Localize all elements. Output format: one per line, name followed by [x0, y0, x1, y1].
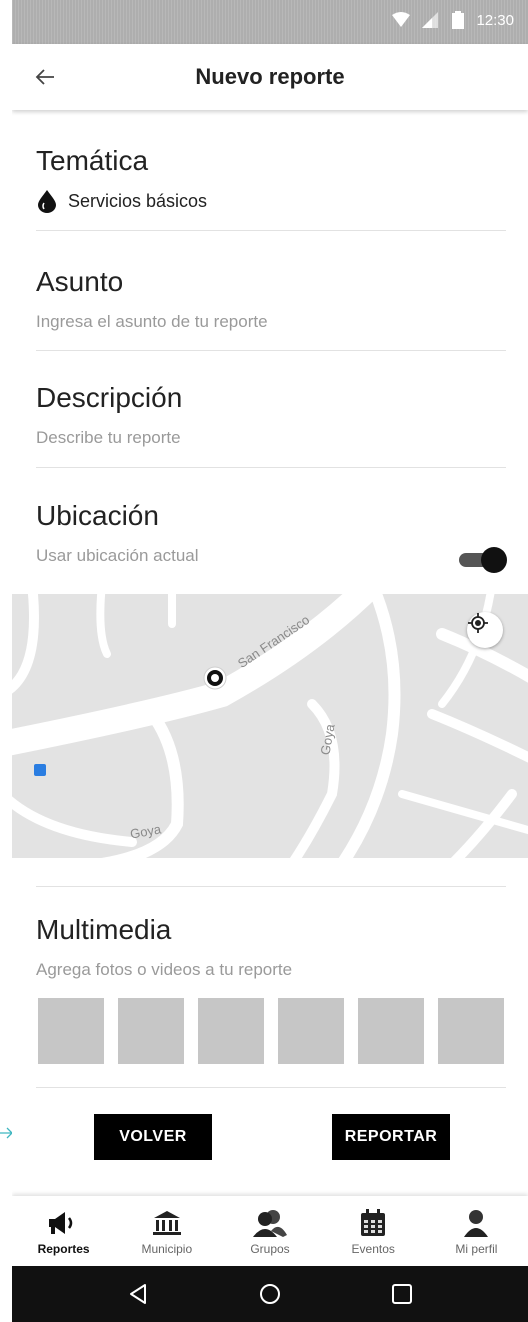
- status-bar: 12:30: [12, 0, 528, 44]
- nav-label: Municipio: [141, 1242, 193, 1256]
- app-bar: Nuevo reporte: [12, 44, 528, 110]
- media-slot[interactable]: [118, 998, 184, 1064]
- media-slots: [38, 998, 504, 1064]
- system-back-icon[interactable]: [127, 1283, 149, 1305]
- crosshair-icon: [468, 613, 488, 633]
- divider: [36, 230, 506, 231]
- topic-value: Servicios básicos: [68, 190, 208, 211]
- use-location-toggle[interactable]: [459, 547, 507, 573]
- wifi-icon: [392, 12, 411, 27]
- divider: [36, 1087, 506, 1088]
- page-title: Nuevo reporte: [195, 64, 345, 89]
- location-title: Ubicación: [36, 500, 159, 531]
- location-section: Ubicación Usar ubicación actual: [36, 500, 506, 566]
- subject-placeholder[interactable]: Ingresa el asunto de tu reporte: [36, 312, 506, 332]
- divider: [36, 886, 506, 887]
- media-slot[interactable]: [438, 998, 504, 1064]
- my-location-button[interactable]: [467, 612, 503, 648]
- subject-field[interactable]: Asunto Ingresa el asunto de tu reporte: [36, 266, 506, 332]
- description-field[interactable]: Descripción Describe tu reporte: [36, 382, 506, 448]
- status-time: 12:30: [476, 11, 514, 29]
- phone-screen: 12:30 Nuevo reporte Temática Servicios b…: [12, 0, 528, 1322]
- media-slot[interactable]: [38, 998, 104, 1064]
- building-icon: [152, 1211, 181, 1235]
- nav-label: Grupos: [250, 1242, 290, 1256]
- signal-icon: [422, 12, 439, 28]
- description-placeholder[interactable]: Describe tu reporte: [36, 428, 506, 448]
- nav-label: Mi perfil: [455, 1242, 498, 1256]
- subject-title: Asunto: [36, 266, 124, 297]
- nav-label: Reportes: [37, 1242, 90, 1256]
- nav-eventos[interactable]: Eventos: [322, 1196, 425, 1266]
- bus-stop-icon: [34, 764, 46, 776]
- system-nav-bar: [12, 1266, 528, 1322]
- back-button[interactable]: VOLVER: [94, 1114, 212, 1160]
- nav-label: Eventos: [351, 1242, 395, 1256]
- topic-title: Temática: [36, 145, 149, 176]
- nav-reportes[interactable]: Reportes: [12, 1196, 115, 1266]
- multimedia-section: Multimedia Agrega fotos o videos a tu re…: [36, 914, 506, 980]
- description-title: Descripción: [36, 382, 183, 413]
- person-icon: [464, 1210, 489, 1237]
- megaphone-icon: [48, 1212, 72, 1234]
- divider: [36, 467, 506, 468]
- divider: [36, 350, 506, 351]
- location-map[interactable]: San Francisco Goya Goya: [12, 594, 528, 858]
- nav-mi-perfil[interactable]: Mi perfil: [425, 1196, 528, 1266]
- nav-municipio[interactable]: Municipio: [115, 1196, 218, 1266]
- use-location-label: Usar ubicación actual: [36, 546, 199, 565]
- system-recents-icon[interactable]: [391, 1283, 413, 1305]
- media-slot[interactable]: [278, 998, 344, 1064]
- multimedia-subtitle: Agrega fotos o videos a tu reporte: [36, 960, 293, 979]
- group-icon: [253, 1210, 287, 1237]
- report-button[interactable]: REPORTAR: [332, 1114, 450, 1160]
- multimedia-title: Multimedia: [36, 914, 172, 945]
- system-home-icon[interactable]: [259, 1283, 281, 1305]
- media-slot[interactable]: [358, 998, 424, 1064]
- water-drop-icon: [38, 190, 56, 213]
- bottom-nav: Reportes Municipio Grupos Eventos Mi per…: [12, 1196, 528, 1266]
- location-pin-icon: [203, 666, 227, 690]
- battery-icon: [452, 11, 465, 29]
- topic-section[interactable]: Temática Servicios básicos: [36, 145, 506, 213]
- toggle-knob: [481, 547, 507, 573]
- calendar-icon: [361, 1209, 386, 1236]
- media-slot[interactable]: [198, 998, 264, 1064]
- nav-grupos[interactable]: Grupos: [218, 1196, 321, 1266]
